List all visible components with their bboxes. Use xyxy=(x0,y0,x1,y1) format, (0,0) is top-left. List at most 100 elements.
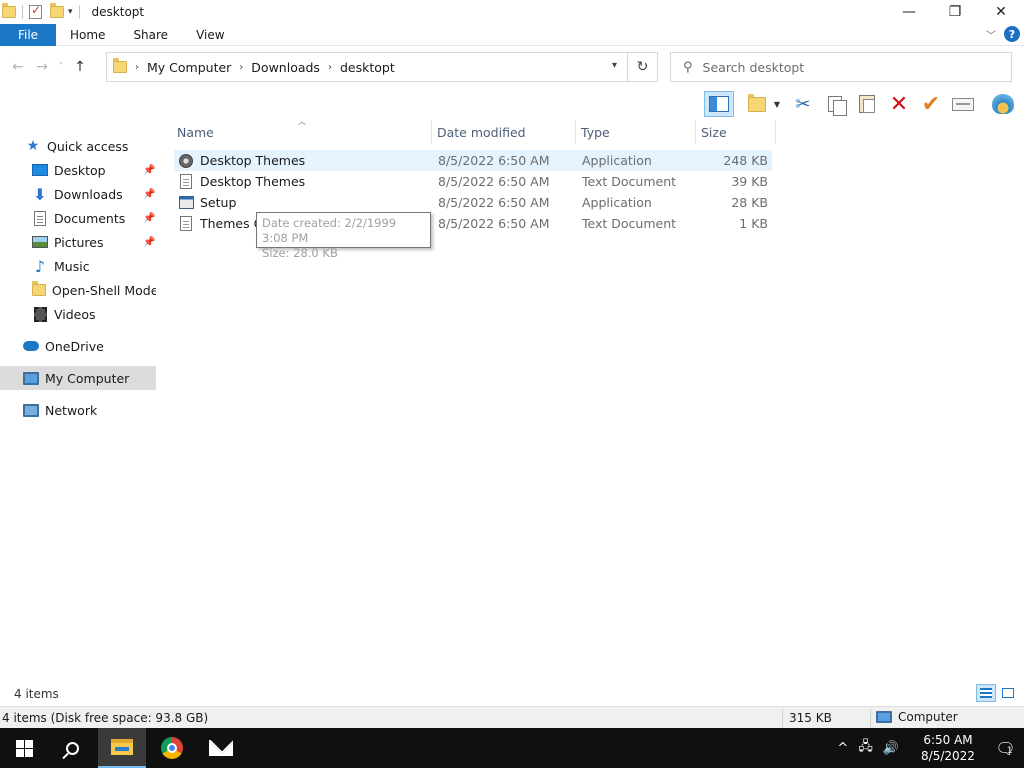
notification-icon: 🗨 xyxy=(995,738,1016,758)
windows-icon xyxy=(15,739,33,757)
sidebar-item-label: Documents xyxy=(54,210,126,226)
column-header-name[interactable]: Name ︿ xyxy=(172,117,432,144)
sidebar-item-music[interactable]: ♪ Music xyxy=(0,254,156,278)
file-name-label: Desktop Themes xyxy=(200,174,306,189)
tab-view[interactable]: View xyxy=(182,28,238,42)
pin-icon[interactable]: 📌 xyxy=(143,189,155,200)
show-hidden-icons-button[interactable]: ^ xyxy=(837,741,848,756)
sidebar-item-videos[interactable]: Videos xyxy=(0,302,156,326)
cloud-icon xyxy=(23,338,39,354)
chevron-right-icon[interactable]: › xyxy=(135,62,139,73)
tab-home[interactable]: Home xyxy=(56,28,119,42)
ribbon-tabs: File Home Share View ﹀ ? xyxy=(0,23,1024,46)
sidebar-item-desktop[interactable]: Desktop 📌 xyxy=(0,158,156,182)
pin-icon[interactable]: 📌 xyxy=(143,213,155,224)
new-folder-button[interactable] xyxy=(744,91,770,117)
open-shell-settings-button[interactable] xyxy=(990,91,1016,117)
sidebar-item-open-shell[interactable]: Open-Shell Modern xyxy=(0,278,156,302)
action-center-button[interactable]: 🗨 1 xyxy=(984,739,1024,758)
pin-icon[interactable]: 📌 xyxy=(143,237,155,248)
address-bar[interactable]: › My Computer › Downloads › desktopt ▾ ↻ xyxy=(106,52,658,82)
search-icon xyxy=(65,741,79,755)
properties-button[interactable]: ✔ xyxy=(918,91,944,117)
paste-button[interactable] xyxy=(854,91,880,117)
column-header-date-modified[interactable]: Date modified xyxy=(432,120,576,144)
music-icon: ♪ xyxy=(34,256,46,276)
details-view-button[interactable] xyxy=(976,684,996,702)
rename-button[interactable] xyxy=(950,91,976,117)
taskbar-file-explorer[interactable] xyxy=(98,728,146,768)
table-row[interactable]: Desktop Themes 8/5/2022 6:50 AM Text Doc… xyxy=(174,171,772,192)
table-row[interactable]: Setup 8/5/2022 6:50 AM Application 28 KB xyxy=(174,192,772,213)
recent-locations-button[interactable]: ˅ xyxy=(54,55,68,79)
file-date: 8/5/2022 6:50 AM xyxy=(438,153,550,168)
breadcrumb-downloads[interactable]: Downloads xyxy=(251,60,320,75)
sidebar-item-label: Music xyxy=(54,258,90,274)
sidebar-item-downloads[interactable]: ⬇ Downloads 📌 xyxy=(0,182,156,206)
window-controls: — ❐ ✕ xyxy=(886,0,1024,24)
clock-time: 6:50 AM xyxy=(923,733,973,747)
search-input[interactable]: Search desktopt xyxy=(703,60,805,75)
breadcrumb-desktopt[interactable]: desktopt xyxy=(340,60,395,75)
tab-file[interactable]: File xyxy=(0,23,56,46)
taskbar-mail[interactable] xyxy=(197,728,245,768)
taskbar: ^ 🖧 🔊 6:50 AM 8/5/2022 🗨 1 xyxy=(0,728,1024,768)
delete-button[interactable]: ✕ xyxy=(886,91,912,117)
file-date: 8/5/2022 6:50 AM xyxy=(438,174,550,189)
copy-button[interactable] xyxy=(822,91,848,117)
column-header-size[interactable]: Size xyxy=(696,120,776,144)
up-button[interactable]: ↑ xyxy=(68,55,92,79)
sidebar-item-label: Desktop xyxy=(54,162,106,178)
start-button[interactable] xyxy=(0,728,48,768)
pin-icon[interactable]: 📌 xyxy=(143,165,155,176)
sidebar-item-documents[interactable]: Documents 📌 xyxy=(0,206,156,230)
table-row[interactable]: Desktop Themes 8/5/2022 6:50 AM Applicat… xyxy=(174,150,772,171)
column-header-label: Name xyxy=(177,124,214,140)
volume-icon[interactable]: 🔊 xyxy=(883,741,899,756)
video-icon xyxy=(32,306,48,322)
file-size: 1 KB xyxy=(739,216,768,231)
new-folder-icon[interactable] xyxy=(50,3,64,18)
help-icon[interactable]: ? xyxy=(1004,26,1020,42)
search-box[interactable]: ⚲ Search desktopt xyxy=(670,52,1012,82)
close-button[interactable]: ✕ xyxy=(978,0,1024,24)
delete-icon: ✕ xyxy=(889,91,909,117)
tab-share[interactable]: Share xyxy=(119,28,182,42)
taskbar-chrome[interactable] xyxy=(148,728,196,768)
chevron-right-icon[interactable]: › xyxy=(239,62,243,73)
sidebar-item-label: Pictures xyxy=(54,234,104,250)
cut-button[interactable]: ✂ xyxy=(790,91,816,117)
expand-ribbon-icon[interactable]: ﹀ xyxy=(986,27,996,42)
customize-toolbar-icon[interactable]: ▾ xyxy=(68,7,73,17)
navigation-pane-icon xyxy=(709,96,729,112)
back-button[interactable]: ← xyxy=(6,55,30,79)
clock[interactable]: 6:50 AM 8/5/2022 xyxy=(912,732,984,764)
sidebar-item-pictures[interactable]: Pictures 📌 xyxy=(0,230,156,254)
column-header-type[interactable]: Type xyxy=(576,120,696,144)
search-button[interactable] xyxy=(48,728,96,768)
network-status-icon[interactable]: 🖧 xyxy=(858,737,873,759)
sidebar-item-network[interactable]: Network xyxy=(0,398,156,422)
large-icons-view-button[interactable] xyxy=(998,684,1018,702)
file-name: Desktop Themes xyxy=(178,171,428,192)
properties-icon[interactable] xyxy=(29,3,42,19)
sidebar-item-my-computer[interactable]: My Computer xyxy=(0,366,156,390)
refresh-button[interactable]: ↻ xyxy=(627,53,657,81)
forward-button[interactable]: → xyxy=(30,55,54,79)
new-folder-dropdown[interactable]: ▼ xyxy=(770,91,784,117)
command-toolbar: ▼ ✂ ✕ ✔ xyxy=(0,88,1024,120)
minimize-button[interactable]: — xyxy=(886,0,932,24)
status-location: Computer xyxy=(876,710,958,724)
sidebar-item-quick-access[interactable]: ★ Quick access xyxy=(0,134,156,158)
sidebar-item-onedrive[interactable]: OneDrive xyxy=(0,334,156,358)
navigation-pane-button[interactable] xyxy=(704,91,734,117)
restore-button[interactable]: ❐ xyxy=(932,0,978,24)
folder-icon[interactable] xyxy=(2,3,16,18)
chevron-right-icon[interactable]: › xyxy=(328,62,332,73)
status-bar: 4 items xyxy=(0,684,1024,704)
file-list: Name ︿ Date modified Type Size Desktop T… xyxy=(172,117,776,680)
folder-icon xyxy=(32,281,46,298)
breadcrumb-my-computer[interactable]: My Computer xyxy=(147,60,231,75)
computer-icon xyxy=(23,370,39,386)
chevron-down-icon[interactable]: ▾ xyxy=(612,60,617,71)
